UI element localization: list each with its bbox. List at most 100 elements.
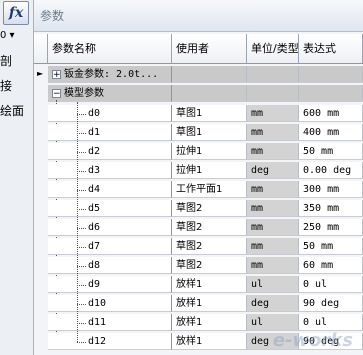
left-item-1[interactable]: 接 bbox=[0, 77, 12, 94]
group-cell bbox=[299, 85, 363, 102]
parameter-expression[interactable]: 300 mm bbox=[299, 181, 363, 198]
parameter-name: d12 bbox=[48, 333, 172, 350]
tree-branch bbox=[77, 209, 86, 210]
parameter-used-by: 草图2 bbox=[172, 200, 247, 217]
parameter-unit: mm bbox=[247, 238, 299, 255]
parameter-name: d7 bbox=[48, 238, 172, 255]
parameter-used-by: 拉伸1 bbox=[172, 143, 247, 160]
group-label: 模型参数 bbox=[48, 85, 172, 102]
parameter-name: d3 bbox=[48, 162, 172, 179]
parameter-unit: mm bbox=[247, 143, 299, 160]
parameter-row[interactable]: d6 草图2 mm 250 mm bbox=[48, 219, 363, 236]
parameter-row[interactable]: d0 草图1 mm 600 mm bbox=[48, 105, 363, 122]
parameter-used-by: 草图2 bbox=[172, 257, 247, 274]
parameter-expression[interactable]: 0 ul bbox=[299, 314, 363, 331]
collapse-toggle[interactable]: − bbox=[52, 89, 61, 99]
parameter-expression[interactable]: 50 mm bbox=[299, 238, 363, 255]
parameter-expression[interactable]: 0.00 deg bbox=[299, 162, 363, 179]
dialog-title: 参数 bbox=[40, 9, 65, 23]
parameter-name: d0 bbox=[48, 105, 172, 122]
dialog-titlebar: 参数 bbox=[34, 0, 363, 32]
column-header-name[interactable]: 参数名称 bbox=[48, 34, 172, 64]
parameter-name: d5 bbox=[48, 200, 172, 217]
tree-branch bbox=[77, 247, 86, 248]
tree-branch bbox=[77, 152, 86, 153]
left-panel: fx 0 ▾ 剖 接 绘面 bbox=[0, 0, 34, 355]
parameter-unit: mm bbox=[247, 181, 299, 198]
group-cell bbox=[172, 85, 247, 102]
tree-branch bbox=[77, 266, 86, 267]
column-header-unit[interactable]: 单位/类型 bbox=[247, 34, 299, 64]
parameter-used-by: 放样1 bbox=[172, 333, 247, 350]
group-cell bbox=[247, 85, 299, 102]
tree-branch bbox=[77, 285, 86, 286]
tree-branch bbox=[77, 228, 86, 229]
parameter-used-by: 草图1 bbox=[172, 105, 247, 122]
column-header-used-by[interactable]: 使用者 bbox=[172, 34, 247, 64]
tree-guide-inner bbox=[77, 102, 78, 342]
parameter-unit: mm bbox=[247, 105, 299, 122]
parameter-used-by: 拉伸1 bbox=[172, 162, 247, 179]
panel-dropdown[interactable]: 0 ▾ bbox=[0, 30, 15, 41]
group-label: 钣金参数: 2.0t... bbox=[48, 66, 172, 83]
parameter-row[interactable]: d7 草图2 mm 50 mm bbox=[48, 238, 363, 255]
parameter-expression[interactable]: 50 mm bbox=[299, 143, 363, 160]
parameter-row[interactable]: d1 草图1 mm 400 mm bbox=[48, 124, 363, 141]
group-row-model[interactable]: 模型参数 bbox=[48, 85, 363, 102]
header-corner bbox=[34, 34, 48, 64]
parameter-unit: ul bbox=[247, 276, 299, 293]
parameter-row[interactable]: d10 放样1 deg 90 deg bbox=[48, 295, 363, 312]
parameter-name: d2 bbox=[48, 143, 172, 160]
left-item-2[interactable]: 绘面 bbox=[0, 102, 24, 119]
fx-parameters-button[interactable]: fx bbox=[3, 1, 29, 25]
column-header-expression[interactable]: 表达式 bbox=[299, 34, 363, 64]
parameter-expression[interactable]: 350 mm bbox=[299, 200, 363, 217]
tree-branch bbox=[77, 190, 86, 191]
parameter-row[interactable]: d4 工作平面1 mm 300 mm bbox=[48, 181, 363, 198]
parameter-unit: deg bbox=[247, 295, 299, 312]
group-cell bbox=[247, 66, 299, 83]
tree-branch bbox=[77, 133, 86, 134]
group-row-sheetmetal[interactable]: 钣金参数: 2.0t... bbox=[48, 66, 363, 83]
row-selector-arrow-icon: ► bbox=[37, 69, 44, 78]
left-item-0[interactable]: 剖 bbox=[0, 52, 12, 69]
parameter-name: d6 bbox=[48, 219, 172, 236]
group-cell bbox=[299, 66, 363, 83]
tree-branch bbox=[77, 304, 86, 305]
parameter-unit: mm bbox=[247, 219, 299, 236]
expand-toggle[interactable]: + bbox=[52, 70, 61, 80]
group-cell bbox=[172, 66, 247, 83]
parameter-used-by: 放样1 bbox=[172, 314, 247, 331]
parameter-expression[interactable]: 0 ul bbox=[299, 276, 363, 293]
parameter-expression[interactable]: 600 mm bbox=[299, 105, 363, 122]
parameter-used-by: 工作平面1 bbox=[172, 181, 247, 198]
parameter-used-by: 草图2 bbox=[172, 238, 247, 255]
parameter-unit: mm bbox=[247, 257, 299, 274]
watermark: e-works bbox=[272, 330, 353, 351]
parameter-expression[interactable]: 400 mm bbox=[299, 124, 363, 141]
parameter-name: d11 bbox=[48, 314, 172, 331]
parameter-row[interactable]: d8 草图2 mm 60 mm bbox=[48, 257, 363, 274]
parameter-expression[interactable]: 60 mm bbox=[299, 257, 363, 274]
parameter-expression[interactable]: 250 mm bbox=[299, 219, 363, 236]
parameter-expression[interactable]: 90 deg bbox=[299, 295, 363, 312]
tree-branch bbox=[77, 171, 86, 172]
parameter-name: d8 bbox=[48, 257, 172, 274]
parameter-used-by: 放样1 bbox=[172, 276, 247, 293]
parameter-unit: mm bbox=[247, 200, 299, 217]
parameter-name: d10 bbox=[48, 295, 172, 312]
parameter-name: d9 bbox=[48, 276, 172, 293]
parameter-row[interactable]: d11 放样1 ul 0 ul bbox=[48, 314, 363, 331]
parameter-row[interactable]: d5 草图2 mm 350 mm bbox=[48, 200, 363, 217]
parameter-row[interactable]: d2 拉伸1 mm 50 mm bbox=[48, 143, 363, 160]
parameter-name: d1 bbox=[48, 124, 172, 141]
parameter-unit: mm bbox=[247, 124, 299, 141]
parameter-unit: deg bbox=[247, 162, 299, 179]
tree-branch bbox=[77, 323, 86, 324]
tree-branch bbox=[77, 342, 86, 343]
parameter-row[interactable]: d9 放样1 ul 0 ul bbox=[48, 276, 363, 293]
parameter-used-by: 放样1 bbox=[172, 295, 247, 312]
parameter-row[interactable]: d3 拉伸1 deg 0.00 deg bbox=[48, 162, 363, 179]
tree-branch bbox=[77, 114, 86, 115]
parameter-unit: ul bbox=[247, 314, 299, 331]
